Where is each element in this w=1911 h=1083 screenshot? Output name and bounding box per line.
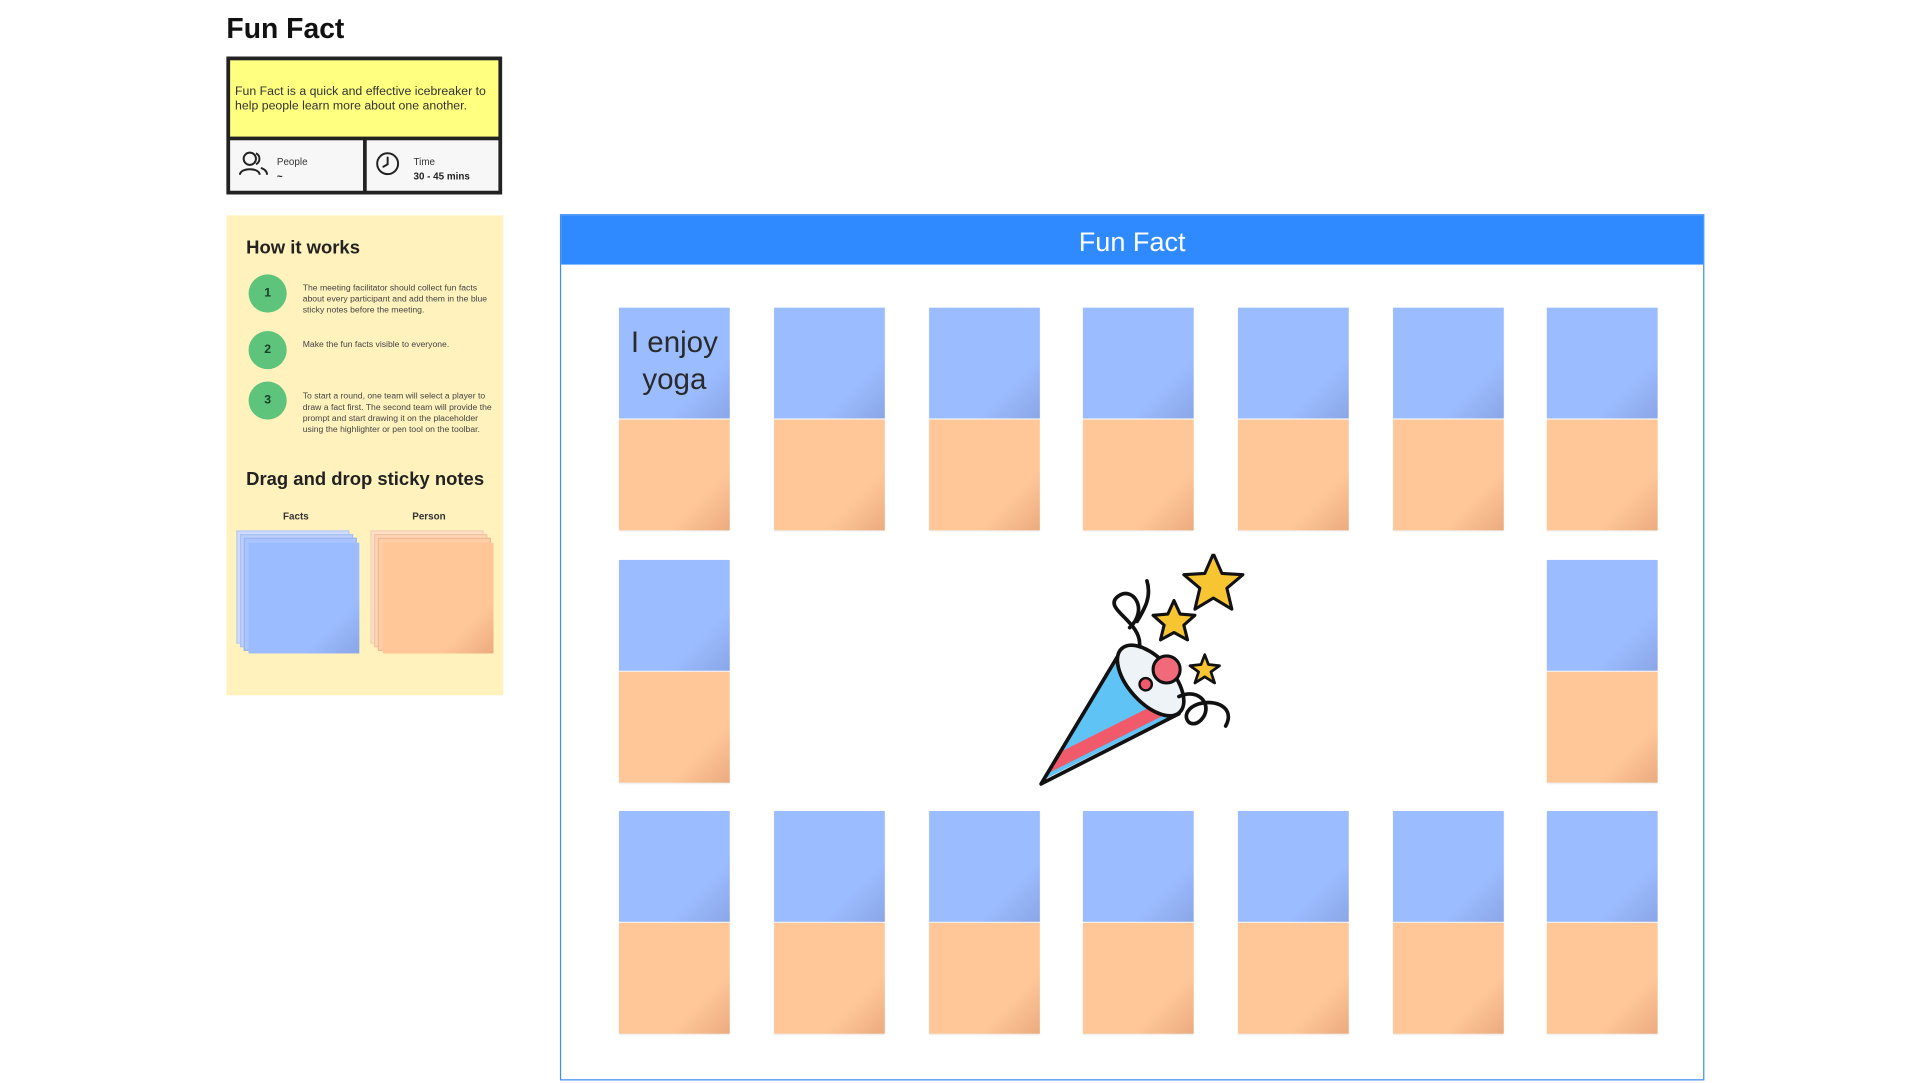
note-pair (929, 307, 1040, 531)
fact-sticky-note[interactable] (618, 559, 730, 671)
person-sticky-note[interactable] (1082, 419, 1194, 531)
facts-sticky-stack[interactable] (236, 530, 360, 654)
fact-sticky-note[interactable]: I enjoy yoga (618, 307, 730, 419)
fact-sticky-note[interactable] (1082, 810, 1194, 922)
people-value: ~ (276, 171, 283, 183)
step-2-badge: 2 (248, 331, 287, 370)
fact-sticky-note[interactable] (1546, 307, 1658, 419)
step-3-text: To start a round, one team will select a… (302, 392, 492, 435)
fact-sticky-note[interactable] (1546, 559, 1658, 671)
clock-icon (376, 152, 400, 176)
facts-label: Facts (283, 510, 309, 522)
note-pair (1237, 307, 1349, 531)
note-pair (1082, 810, 1194, 1034)
fact-sticky-note[interactable] (929, 810, 1040, 922)
person-sticky-note[interactable] (1393, 419, 1504, 531)
note-pair (1082, 307, 1194, 531)
fun-fact-board: Fun Fact I enjoy yoga (559, 214, 1705, 1081)
note-pair (929, 810, 1040, 1034)
note-pair (774, 307, 885, 531)
note-pair (618, 559, 730, 783)
how-it-works-panel: How it works 1 The meeting facilitator s… (226, 215, 504, 696)
info-card: Fun Fact is a quick and effective icebre… (226, 56, 503, 195)
person-sticky-note[interactable] (1082, 922, 1194, 1034)
note-pair (1237, 810, 1349, 1034)
person-sticky-note[interactable] (618, 922, 730, 1034)
note-pair: I enjoy yoga (618, 307, 730, 531)
fact-sticky-note[interactable] (618, 810, 730, 922)
note-pair (1546, 559, 1658, 783)
fact-sticky-note[interactable] (1393, 307, 1504, 419)
person-sticky-note[interactable] (774, 922, 885, 1034)
person-sticky-note[interactable] (1237, 922, 1349, 1034)
fact-sticky-note[interactable] (1237, 307, 1349, 419)
person-label: Person (412, 510, 446, 522)
note-pair (1546, 307, 1658, 531)
time-cell: Time 30 - 45 mins (366, 140, 499, 191)
person-sticky-note[interactable] (929, 922, 1040, 1034)
step-2-text: Make the fun facts visible to everyone. (302, 340, 450, 350)
note-pair (774, 810, 885, 1034)
step-1-badge: 1 (248, 274, 287, 313)
person-sticky-note[interactable] (774, 419, 885, 531)
page-title: Fun Fact (226, 12, 345, 45)
person-sticky-note[interactable] (1546, 922, 1658, 1034)
people-icon (238, 151, 269, 176)
note-pair (1393, 810, 1504, 1034)
people-cell: People ~ (230, 140, 364, 191)
step-3-badge: 3 (248, 381, 287, 420)
note-pair (1546, 810, 1658, 1034)
fact-note-text: I enjoy yoga (630, 326, 718, 397)
person-sticky-note[interactable] (1546, 671, 1658, 783)
person-sticky-note[interactable] (929, 419, 1040, 531)
step-1-text: The meeting facilitator should collect f… (302, 284, 488, 316)
person-sticky-note[interactable] (1393, 922, 1504, 1034)
fact-sticky-note[interactable] (929, 307, 1040, 419)
fact-sticky-note[interactable] (1237, 810, 1349, 922)
person-sticky-note[interactable] (618, 671, 730, 783)
note-pair (1393, 307, 1504, 531)
board-header: Fun Fact (561, 215, 1704, 265)
note-pair (618, 810, 730, 1034)
people-label: People (276, 156, 308, 168)
party-popper-icon (1039, 553, 1245, 786)
fact-sticky-note[interactable] (1393, 810, 1504, 922)
fact-sticky-note[interactable] (774, 810, 885, 922)
fact-sticky-note[interactable] (774, 307, 885, 419)
how-it-works-title: How it works (246, 237, 360, 259)
info-description[interactable]: Fun Fact is a quick and effective icebre… (230, 60, 499, 137)
person-sticky-stack[interactable] (370, 530, 494, 654)
time-value: 30 - 45 mins (413, 171, 470, 183)
person-sticky-note[interactable] (618, 419, 730, 531)
person-sticky-note[interactable] (1546, 419, 1658, 531)
fact-sticky-note[interactable] (1546, 810, 1658, 922)
fact-sticky-note[interactable] (1082, 307, 1194, 419)
person-sticky-note[interactable] (1237, 419, 1349, 531)
time-label: Time (413, 156, 435, 168)
drag-drop-title: Drag and drop sticky notes (246, 468, 485, 490)
